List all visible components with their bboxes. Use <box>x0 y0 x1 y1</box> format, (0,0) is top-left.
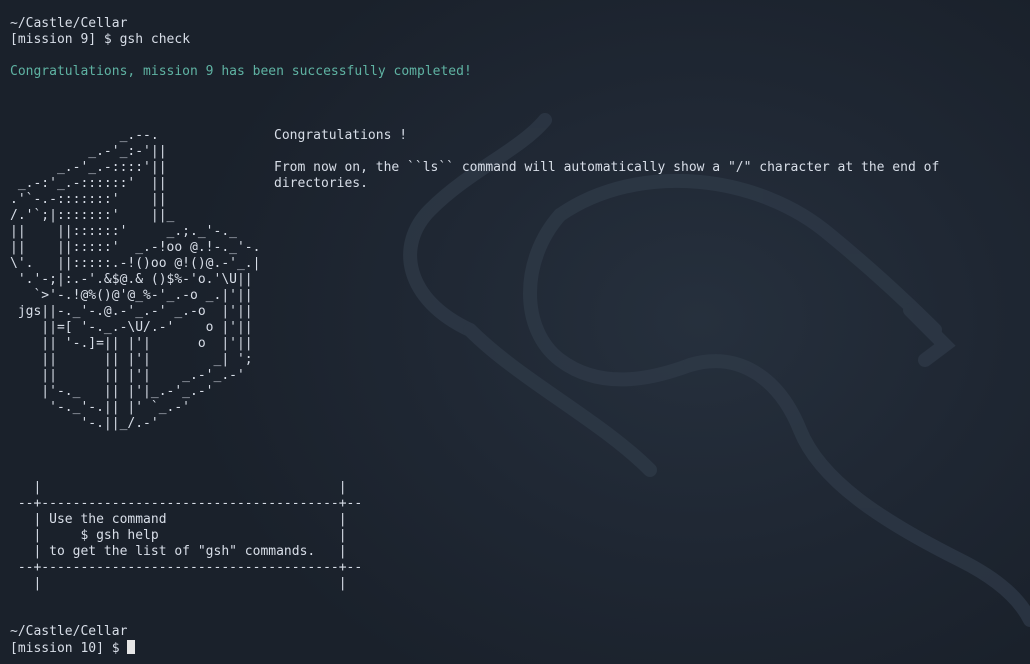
prompt-line-1: [mission 9] $ gsh check <box>10 32 190 48</box>
castle-ascii-art: _.--. _.-'_:-'|| _.-'_.-::::'|| _.-:'_.-… <box>10 128 261 431</box>
command-text-1: gsh check <box>119 32 191 47</box>
prompt-label-1: [mission 9] $ <box>10 32 120 47</box>
terminal-window[interactable]: ~/Castle/Cellar [mission 9] $ gsh check … <box>0 0 1030 664</box>
congratulations-body: From now on, the ``ls`` command will aut… <box>274 160 948 191</box>
congratulations-panel: Congratulations ! From now on, the ``ls``… <box>274 128 994 192</box>
help-box: | | --+---------------------------------… <box>17 480 363 591</box>
prompt-line-2[interactable]: [mission 10] $ <box>10 640 136 657</box>
terminal-cursor <box>127 640 136 654</box>
success-message: Congratulations, mission 9 has been succ… <box>10 64 472 79</box>
congratulations-title: Congratulations ! <box>274 128 408 143</box>
prompt-label-2: [mission 10] $ <box>10 641 128 656</box>
prompt-path-2: ~/Castle/Cellar <box>10 624 128 639</box>
prompt-path-1: ~/Castle/Cellar <box>10 16 128 31</box>
